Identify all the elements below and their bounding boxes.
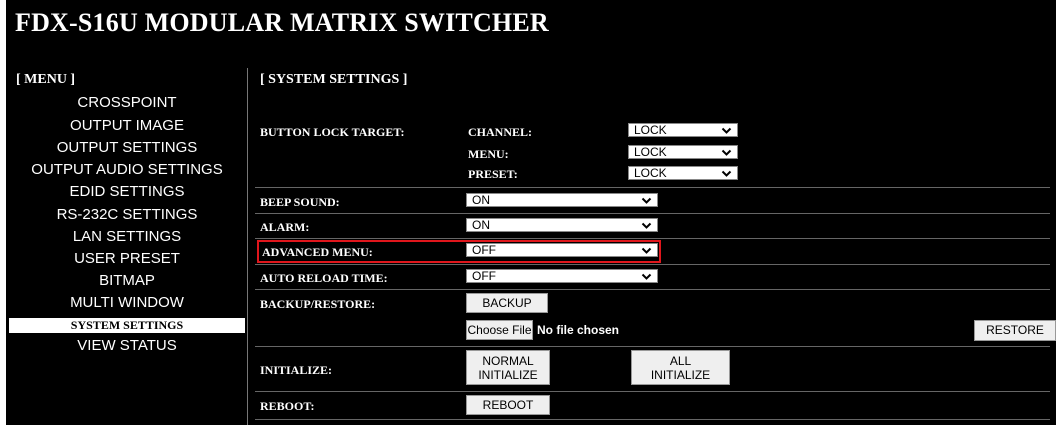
page-title: FDX-S16U MODULAR MATRIX SWITCHER xyxy=(15,8,549,37)
sidebar-item-system-settings[interactable]: SYSTEM SETTINGS xyxy=(9,318,245,333)
menu-header: [ MENU ] xyxy=(16,72,76,87)
reboot-label: REBOOT: xyxy=(260,399,315,413)
all-initialize-button[interactable]: ALL INITIALIZE xyxy=(631,350,730,385)
sidebar-item-output-image[interactable]: OUTPUT IMAGE xyxy=(9,117,245,135)
select-value: ON xyxy=(472,193,490,207)
no-file-text: No file chosen xyxy=(537,323,620,337)
row-divider xyxy=(255,213,1050,214)
row-divider xyxy=(255,238,1050,239)
chevron-down-icon xyxy=(641,273,652,280)
sidebar-item-rs-232c-settings[interactable]: RS-232C SETTINGS xyxy=(9,206,245,224)
menu-lock-label: MENU: xyxy=(468,147,509,161)
button-text-line: INITIALIZE xyxy=(478,368,538,382)
sidebar-divider xyxy=(247,68,248,425)
chevron-down-icon xyxy=(721,127,732,134)
backup-button[interactable]: BACKUP xyxy=(466,293,548,313)
auto-reload-label: AUTO RELOAD TIME: xyxy=(260,271,388,285)
sidebar-item-output-settings[interactable]: OUTPUT SETTINGS xyxy=(9,139,245,157)
row-divider xyxy=(255,264,1050,265)
choose-file-button[interactable]: Choose File xyxy=(466,320,533,340)
normal-initialize-button[interactable]: NORMAL INITIALIZE xyxy=(466,350,550,385)
reboot-button[interactable]: REBOOT xyxy=(466,395,550,415)
auto-reload-select[interactable]: OFF xyxy=(466,269,658,283)
channel-label: CHANNEL: xyxy=(468,125,533,139)
alarm-label: ALARM: xyxy=(260,220,310,234)
button-lock-label: BUTTON LOCK TARGET: xyxy=(260,125,405,139)
select-value: LOCK xyxy=(634,166,667,180)
chevron-down-icon xyxy=(721,170,732,177)
select-value: LOCK xyxy=(634,145,667,159)
chevron-down-icon xyxy=(721,149,732,156)
button-text-line: INITIALIZE xyxy=(650,368,711,382)
button-text-line: ALL xyxy=(669,354,692,368)
initialize-label: INITIALIZE: xyxy=(260,363,333,377)
beep-sound-select[interactable]: ON xyxy=(466,193,658,207)
preset-lock-select[interactable]: LOCK xyxy=(628,166,738,180)
select-value: ON xyxy=(472,218,490,232)
row-divider xyxy=(255,187,1050,188)
select-value: OFF xyxy=(472,269,496,283)
row-divider xyxy=(255,391,1050,392)
sidebar-item-view-status[interactable]: VIEW STATUS xyxy=(9,337,245,355)
sidebar-item-crosspoint[interactable]: CROSSPOINT xyxy=(9,94,245,112)
backup-restore-label: BACKUP/RESTORE: xyxy=(260,297,376,311)
chevron-down-icon xyxy=(641,222,652,229)
preset-lock-label: PRESET: xyxy=(468,167,518,181)
beep-sound-label: BEEP SOUND: xyxy=(260,195,340,209)
sidebar-item-bitmap[interactable]: BITMAP xyxy=(9,272,245,290)
row-divider xyxy=(255,419,1050,420)
sidebar-item-multi-window[interactable]: MULTI WINDOW xyxy=(9,294,245,312)
section-title: [ SYSTEM SETTINGS ] xyxy=(260,72,408,87)
sidebar-item-output-audio-settings[interactable]: OUTPUT AUDIO SETTINGS xyxy=(9,161,245,179)
highlight-box xyxy=(257,240,661,263)
sidebar-item-user-preset[interactable]: USER PRESET xyxy=(9,250,245,268)
chevron-down-icon xyxy=(641,197,652,204)
menu-lock-select[interactable]: LOCK xyxy=(628,145,738,159)
sidebar-item-edid-settings[interactable]: EDID SETTINGS xyxy=(9,183,245,201)
restore-button[interactable]: RESTORE xyxy=(974,320,1056,341)
channel-lock-select[interactable]: LOCK xyxy=(628,123,738,137)
alarm-select[interactable]: ON xyxy=(466,218,658,232)
sidebar-item-lan-settings[interactable]: LAN SETTINGS xyxy=(9,228,245,246)
button-text-line: NORMAL xyxy=(482,354,534,368)
select-value: LOCK xyxy=(634,123,667,137)
row-divider xyxy=(255,346,1050,347)
row-divider xyxy=(255,289,1050,290)
